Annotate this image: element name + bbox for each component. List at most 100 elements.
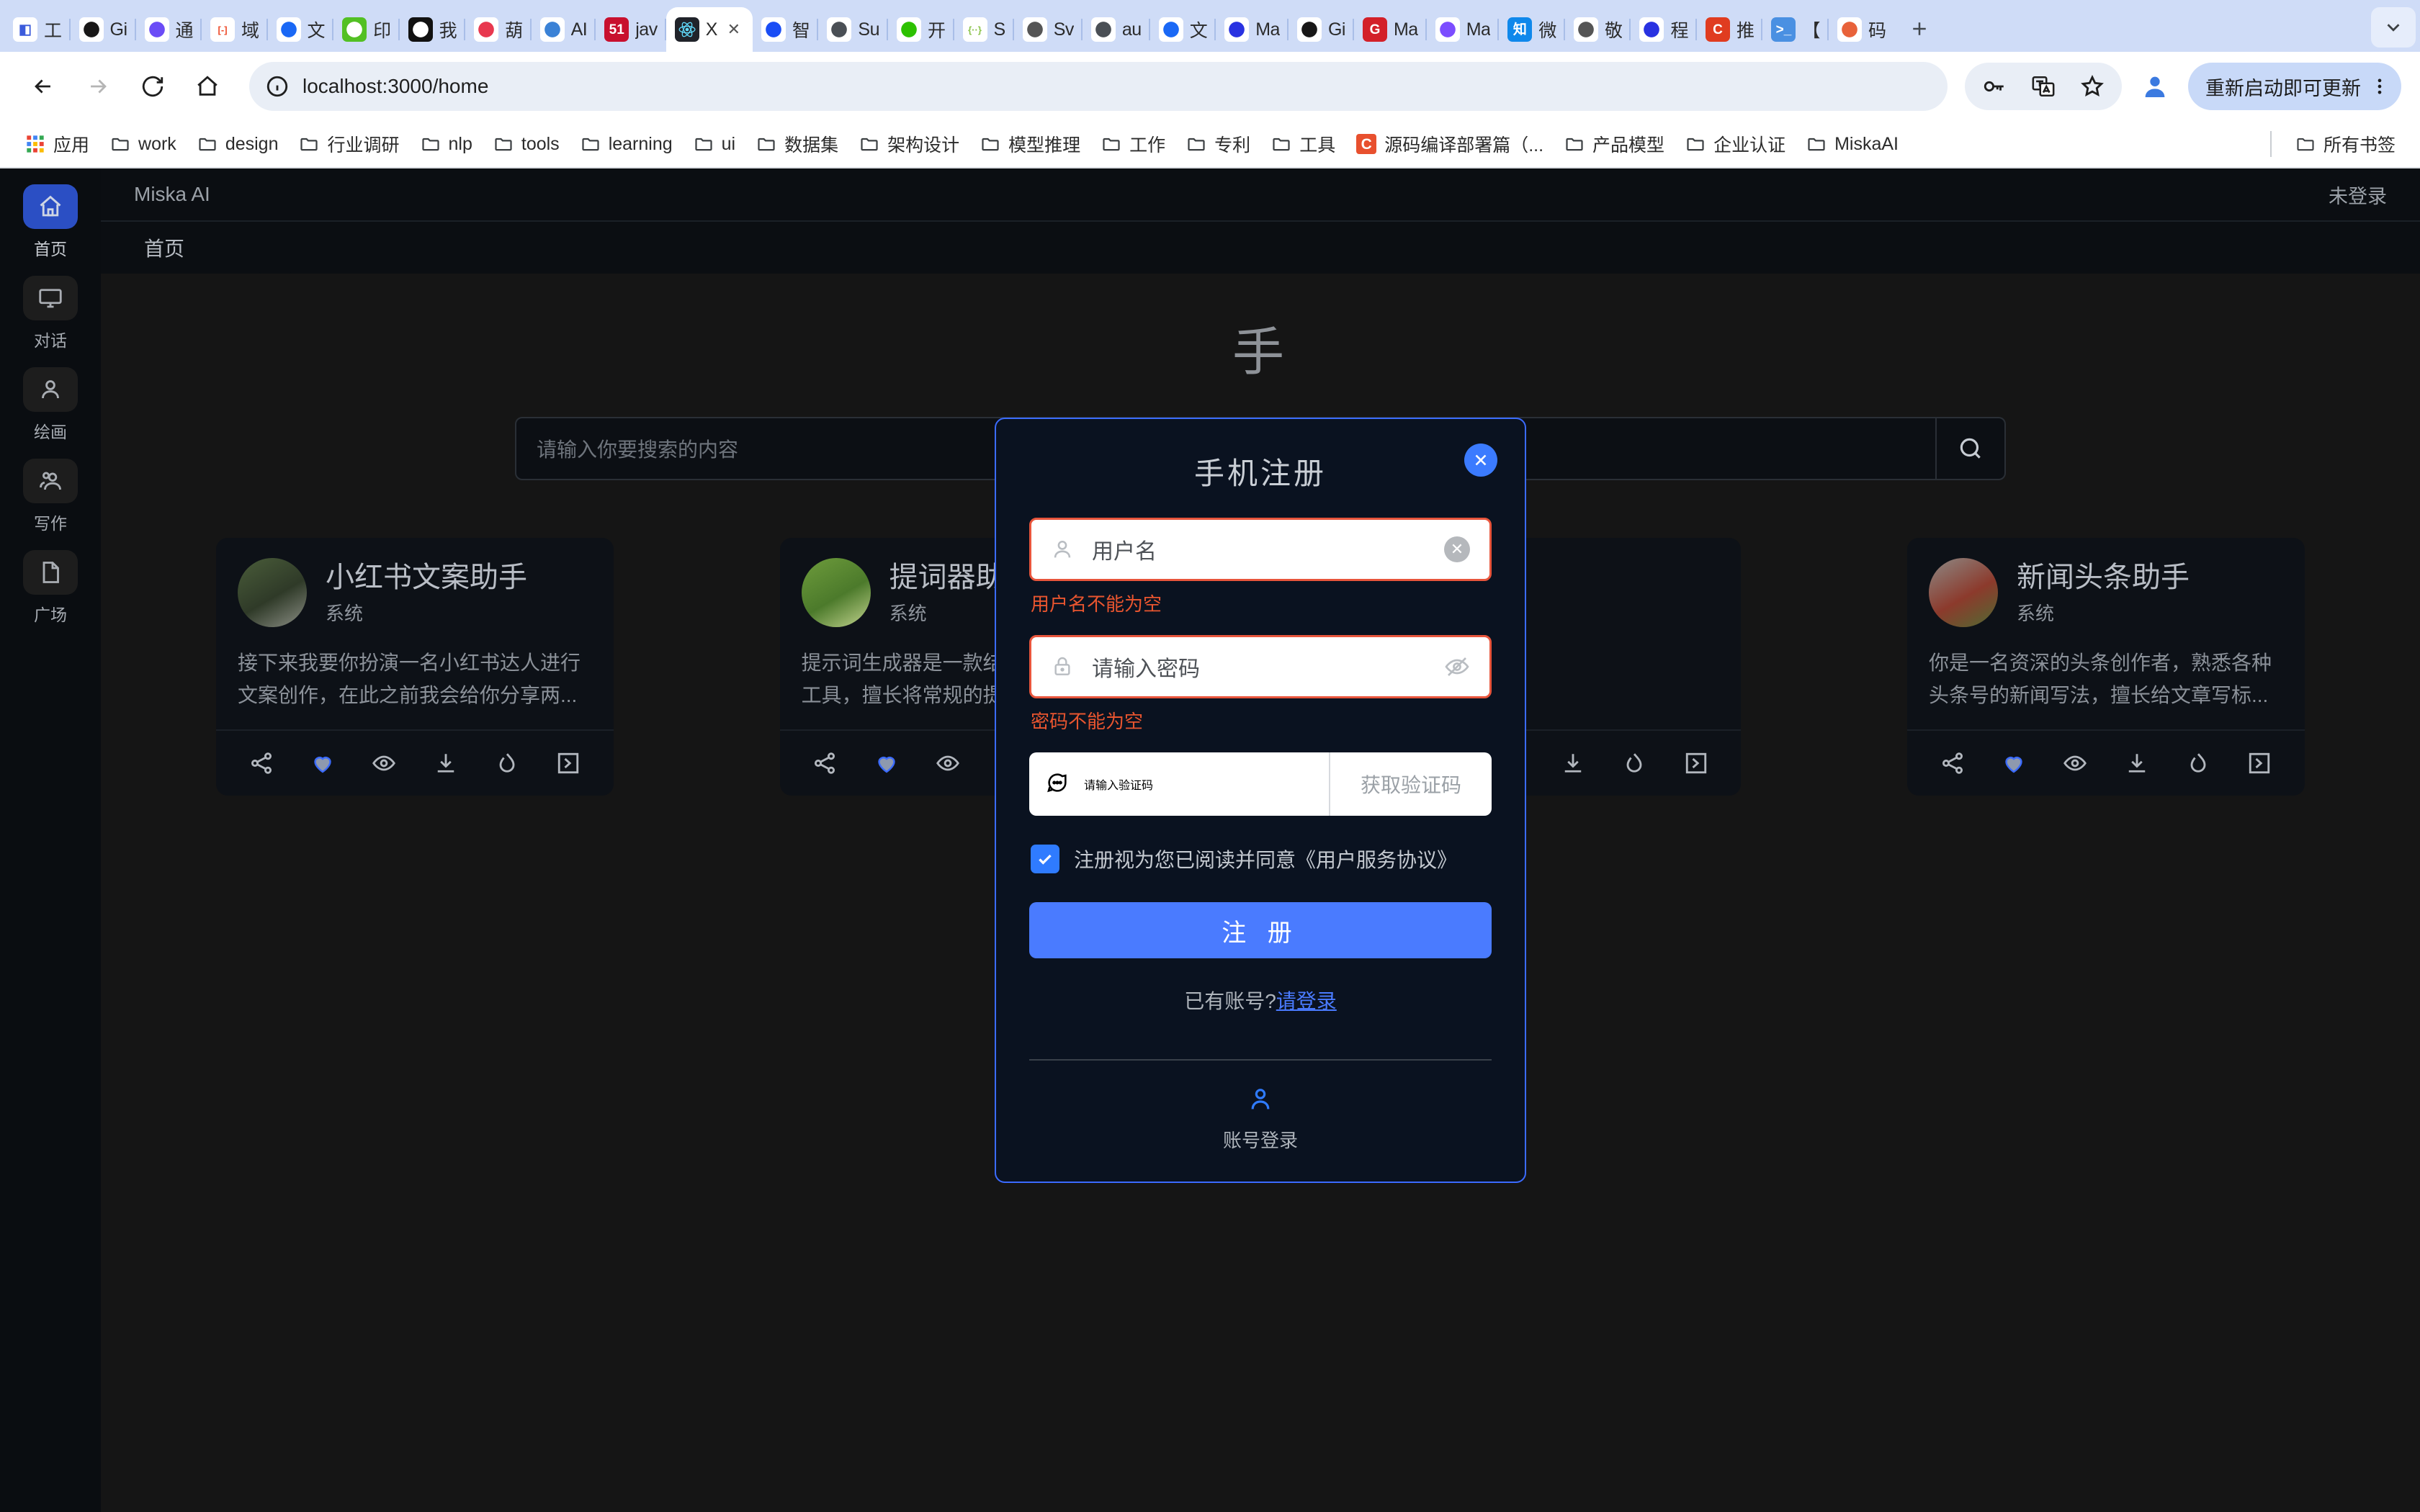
bookmark-item[interactable]: C 源码编译部署篇（...	[1347, 127, 1552, 161]
update-button[interactable]: 重新启动即可更新	[2188, 63, 2401, 110]
info-circle-icon[interactable]	[265, 74, 290, 99]
tab-search-chevron-down-icon[interactable]	[2371, 7, 2416, 48]
bookmark-item[interactable]: tools	[484, 129, 568, 159]
address-bar[interactable]: localhost:3000/home	[249, 62, 1948, 111]
browser-tab[interactable]: Gi	[1289, 7, 1354, 52]
agreement-text[interactable]: 注册视为您已阅读并同意《用户服务协议》	[1074, 845, 1457, 873]
bookmark-item[interactable]: 企业认证	[1676, 127, 1794, 161]
browser-tab[interactable]: >_ 【	[1762, 7, 1829, 52]
sidebar-item-首页[interactable]: 首页	[11, 184, 90, 260]
sidebar-item-对话[interactable]: 对话	[11, 276, 90, 351]
back-arrow-icon[interactable]	[19, 62, 68, 111]
bookmark-item[interactable]: design	[188, 129, 287, 159]
folder-icon	[580, 133, 601, 155]
browser-tab[interactable]: Ma	[1216, 7, 1289, 52]
bookmark-item[interactable]: learning	[571, 129, 681, 159]
tab-home[interactable]: 首页	[134, 233, 194, 262]
browser-tab[interactable]: Ma	[1427, 7, 1500, 52]
bookmark-item[interactable]: 应用	[16, 127, 98, 161]
browser-tab[interactable]: ◧ 工	[4, 7, 71, 52]
close-icon[interactable]: ✕	[724, 19, 744, 40]
folder-icon	[109, 133, 131, 155]
browser-tab[interactable]: 敬	[1565, 7, 1631, 52]
bookmark-item[interactable]: nlp	[411, 129, 481, 159]
reload-icon[interactable]	[128, 62, 177, 111]
browser-tab[interactable]: AI	[532, 7, 596, 52]
kebab-menu-icon[interactable]	[2370, 74, 2390, 99]
bookmark-item[interactable]: 专利	[1177, 127, 1259, 161]
password-field[interactable]: 请输入密码	[1029, 635, 1492, 698]
key-icon[interactable]	[1972, 64, 2017, 109]
clear-circle-icon[interactable]: ✕	[1440, 533, 1474, 566]
bookmark-item[interactable]: 工作	[1092, 127, 1174, 161]
new-tab-button[interactable]	[1899, 9, 1940, 49]
folder-icon	[980, 133, 1001, 155]
sidebar-item-广场[interactable]: 广场	[11, 550, 90, 626]
translate-icon[interactable]	[2021, 64, 2066, 109]
browser-tab[interactable]: au	[1083, 7, 1150, 52]
profile-avatar-icon[interactable]	[2132, 63, 2178, 109]
forward-arrow-icon[interactable]	[73, 62, 122, 111]
bookmark-item[interactable]: 产品模型	[1555, 127, 1673, 161]
browser-tab[interactable]: G Ma	[1354, 7, 1427, 52]
modal-title: 手机注册	[1193, 456, 1327, 490]
bookmark-label: 专利	[1214, 135, 1251, 156]
sidebar-item-label: 首页	[34, 240, 67, 258]
browser-tab[interactable]: 葫	[465, 7, 532, 52]
browser-tab[interactable]: Gi	[71, 7, 136, 52]
browser-tab-active[interactable]: X ✕	[666, 7, 753, 52]
baidu-icon	[1639, 17, 1664, 42]
tab-title: jav	[635, 19, 658, 40]
browser-tab[interactable]: 通	[136, 7, 202, 52]
bookmark-label: 数据集	[784, 135, 839, 156]
browser-tab[interactable]: 程	[1631, 7, 1697, 52]
register-submit-button[interactable]: 注 册	[1029, 902, 1492, 958]
browser-tab[interactable]: 文	[268, 7, 334, 52]
username-field[interactable]: 用户名 ✕	[1029, 518, 1492, 581]
agreement-checkbox[interactable]	[1031, 845, 1059, 873]
password-placeholder: 请输入密码	[1092, 657, 1200, 681]
browser-tab[interactable]: Sv	[1014, 7, 1083, 52]
sidebar-item-写作[interactable]: 写作	[11, 459, 90, 534]
browser-tab[interactable]: 文	[1150, 7, 1216, 52]
bookmark-item[interactable]: 架构设计	[850, 127, 968, 161]
browser-tab[interactable]: 51 jav	[596, 7, 666, 52]
folder-icon	[1806, 133, 1827, 155]
browser-tab[interactable]: 开	[888, 7, 954, 52]
sidebar-item-绘画[interactable]: 绘画	[11, 367, 90, 443]
tab-strip: ◧ 工 Gi 通 [-] 域文印我葫 AI 51 jav X ✕ 智 Su 开 {··} S Sv au 文 Ma Gi…	[0, 0, 2420, 52]
bookmark-all-bookmarks[interactable]: 所有书签	[2286, 127, 2404, 161]
browser-tab[interactable]: 知微	[1499, 7, 1565, 52]
browser-tab[interactable]: C推	[1697, 7, 1763, 52]
bookmark-label: MiskaAI	[1834, 133, 1899, 154]
bookmark-item[interactable]: 数据集	[747, 127, 847, 161]
wechat-icon	[897, 17, 921, 42]
eye-off-icon[interactable]	[1440, 650, 1474, 683]
login-status[interactable]: 未登录	[2329, 181, 2387, 209]
bookmark-item[interactable]: 行业调研	[290, 127, 408, 161]
browser-tab[interactable]: [-] 域	[202, 7, 268, 52]
captcha-field[interactable]: 请输入验证码	[1029, 770, 1329, 798]
bookmark-item[interactable]: 模型推理	[971, 127, 1089, 161]
close-icon[interactable]	[1464, 444, 1497, 477]
bookmark-item[interactable]: MiskaAI	[1797, 129, 1907, 159]
star-icon[interactable]	[2070, 64, 2115, 109]
bookmark-item[interactable]: 工具	[1262, 127, 1344, 161]
browser-tab[interactable]: Su	[818, 7, 888, 52]
browser-tab[interactable]: 我	[400, 7, 466, 52]
browser-tab[interactable]: 码	[1829, 7, 1895, 52]
register-modal-overlay: 手机注册 用户名 ✕ 用户名不能为空 请输入密码 密码不能为空 请输入验证码 获…	[101, 274, 2420, 1512]
bookmark-item[interactable]: work	[101, 129, 185, 159]
tab-title: 葫	[505, 21, 523, 41]
bookmark-item[interactable]: ui	[684, 129, 744, 159]
bookmark-label: 产品模型	[1592, 135, 1665, 156]
browser-tab[interactable]: {··} S	[954, 7, 1014, 52]
browser-tab[interactable]: 智	[753, 7, 819, 52]
username-placeholder: 用户名	[1092, 540, 1157, 564]
login-link[interactable]: 请登录	[1276, 990, 1337, 1012]
home-icon[interactable]	[183, 62, 232, 111]
get-captcha-button[interactable]: 获取验证码	[1329, 752, 1492, 816]
terminal-icon: >_	[1771, 17, 1796, 42]
alt-login-section[interactable]: 账号登录	[1029, 1085, 1492, 1153]
browser-tab[interactable]: 印	[333, 7, 400, 52]
